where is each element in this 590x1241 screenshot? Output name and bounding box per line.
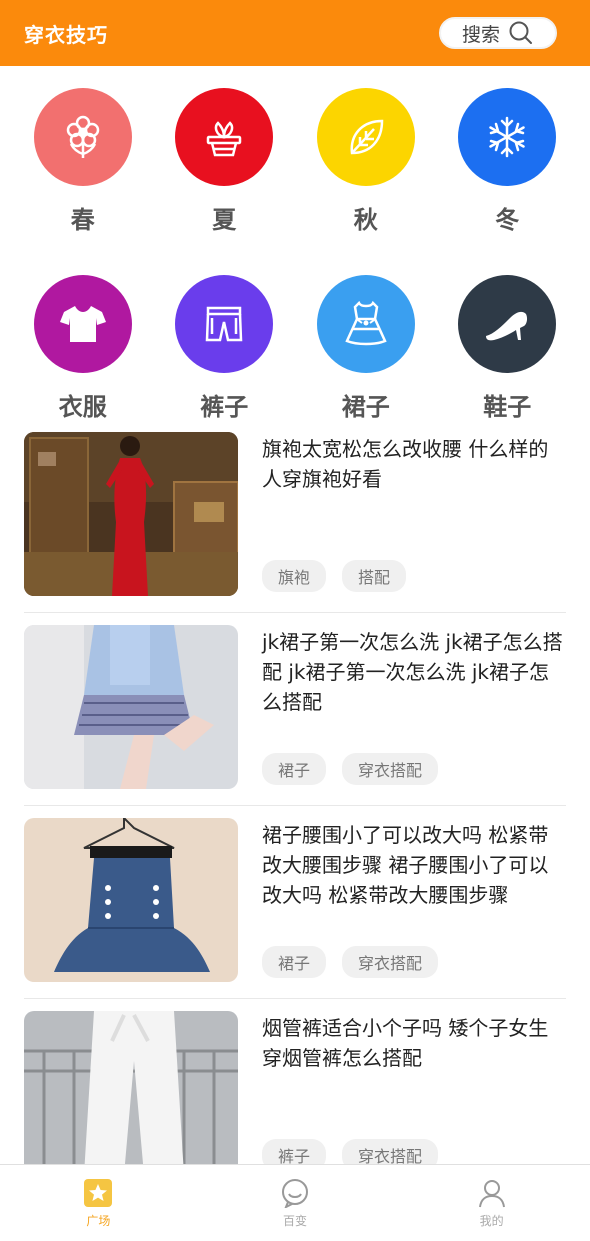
potted-plant-icon — [175, 88, 274, 186]
article-tag[interactable]: 穿衣搭配 — [342, 946, 439, 978]
article-item[interactable]: jk裙子第一次怎么洗 jk裙子怎么搭配 jk裙子第一次怎么洗 jk裙子怎么搭配 … — [24, 613, 566, 806]
category-shoes[interactable]: 鞋子 — [437, 275, 577, 422]
category-label: 裤子 — [200, 393, 249, 421]
tab-label: 百变 — [282, 1213, 307, 1228]
category-spring[interactable]: 春 — [13, 88, 153, 235]
article-thumbnail — [24, 818, 238, 982]
search-label: 搜索 — [461, 23, 500, 46]
article-title: 烟管裤适合小个子吗 矮个子女生穿烟管裤怎么搭配 — [262, 1016, 549, 1070]
category-label: 衣服 — [58, 393, 107, 421]
article-tag[interactable]: 旗袍 — [262, 560, 327, 592]
bottom-tab-bar: 广场 百变 我的 — [0, 1164, 590, 1241]
category-label: 冬 — [495, 206, 520, 234]
article-thumbnail — [24, 1011, 238, 1175]
article-thumbnail — [24, 432, 238, 596]
category-winter[interactable]: 冬 — [437, 88, 577, 235]
article-tag[interactable]: 裙子 — [262, 753, 327, 785]
tab-variety[interactable]: 百变 — [235, 1178, 355, 1229]
article-title: 裙子腰围小了可以改大吗 松紧带改大腰围步骤 裙子腰围小了可以改大吗 松紧带改大腰… — [262, 823, 549, 907]
article-item[interactable]: 烟管裤适合小个子吗 矮个子女生穿烟管裤怎么搭配 裤子 穿衣搭配 — [24, 999, 566, 1191]
article-feed: 旗袍太宽松怎么改收腰 什么样的人穿旗袍好看 旗袍 搭配 jk裙子第一次怎么洗 j… — [24, 420, 566, 1191]
article-tag[interactable]: 穿衣搭配 — [342, 753, 439, 785]
article-title: 旗袍太宽松怎么改收腰 什么样的人穿旗袍好看 — [262, 437, 549, 491]
category-label: 裙子 — [341, 393, 390, 421]
category-label: 夏 — [212, 206, 237, 234]
tab-square[interactable]: 广场 — [38, 1178, 158, 1229]
tab-label: 广场 — [86, 1213, 111, 1228]
article-tag[interactable]: 搭配 — [342, 560, 407, 592]
page-title: 穿衣技巧 — [24, 22, 108, 47]
article-title: jk裙子第一次怎么洗 jk裙子怎么搭配 jk裙子第一次怎么洗 jk裙子怎么搭配 — [262, 630, 563, 714]
chat-bubble-icon — [281, 1178, 308, 1208]
high-heel-icon — [458, 275, 557, 373]
tab-label: 我的 — [479, 1213, 504, 1228]
category-label: 秋 — [353, 206, 378, 234]
article-item[interactable]: 裙子腰围小了可以改大吗 松紧带改大腰围步骤 裙子腰围小了可以改大吗 松紧带改大腰… — [24, 806, 566, 999]
category-grid: 春 夏 秋 冬 衣服 裤子 裙子 鞋子 — [0, 88, 590, 422]
article-item[interactable]: 旗袍太宽松怎么改收腰 什么样的人穿旗袍好看 旗袍 搭配 — [24, 420, 566, 613]
app-header: 穿衣技巧 搜索 — [0, 0, 590, 66]
shirt-icon — [33, 275, 132, 373]
shorts-icon — [175, 275, 274, 373]
user-icon — [478, 1179, 505, 1207]
tab-profile[interactable]: 我的 — [432, 1178, 552, 1229]
snowflake-icon — [458, 88, 557, 186]
article-thumbnail — [24, 625, 238, 789]
category-autumn[interactable]: 秋 — [296, 88, 436, 235]
flower-icon — [33, 88, 132, 186]
category-label: 春 — [70, 206, 95, 234]
category-summer[interactable]: 夏 — [154, 88, 294, 235]
category-label: 鞋子 — [483, 393, 532, 421]
article-tag[interactable]: 裙子 — [262, 946, 327, 978]
category-skirt[interactable]: 裙子 — [296, 275, 436, 422]
dress-icon — [316, 275, 415, 373]
category-pants[interactable]: 裤子 — [154, 275, 294, 422]
star-icon — [84, 1178, 113, 1207]
leaf-icon — [316, 88, 415, 186]
search-button[interactable]: 搜索 — [439, 17, 557, 49]
category-clothes[interactable]: 衣服 — [13, 275, 153, 422]
search-icon — [509, 21, 532, 44]
